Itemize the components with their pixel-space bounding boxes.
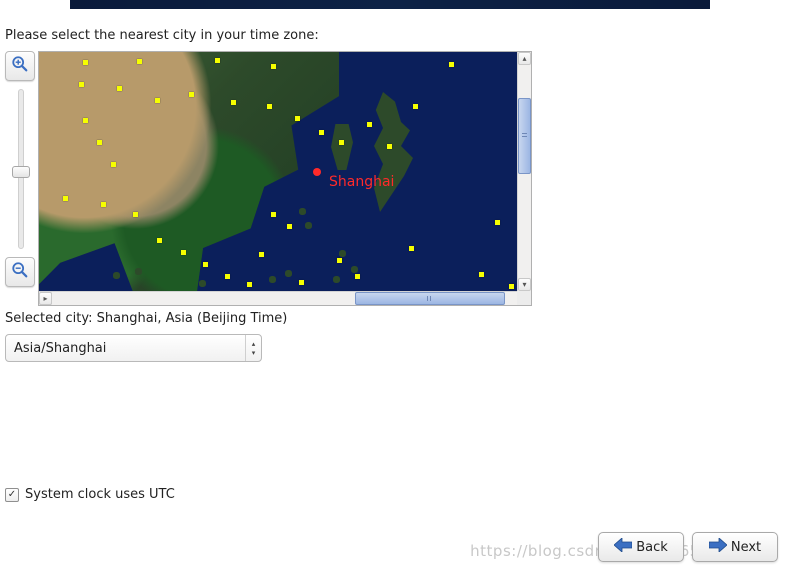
city-dot[interactable] <box>101 202 106 207</box>
island <box>339 250 346 257</box>
city-dot[interactable] <box>155 98 160 103</box>
zoom-slider-thumb[interactable] <box>12 166 30 178</box>
next-button[interactable]: Next <box>692 532 778 562</box>
city-dot[interactable] <box>495 220 500 225</box>
zoom-out-button[interactable] <box>5 257 35 287</box>
timezone-combobox[interactable]: Asia/Shanghai ▴▾ <box>5 334 262 362</box>
selected-city-label: Shanghai <box>329 174 394 190</box>
city-dot[interactable] <box>339 140 344 145</box>
city-dot[interactable] <box>295 116 300 121</box>
next-button-label: Next <box>731 540 761 555</box>
island <box>333 276 340 283</box>
scroll-down-button[interactable]: ▾ <box>518 278 531 291</box>
landmass <box>39 52 339 291</box>
city-dot[interactable] <box>117 86 122 91</box>
city-dot[interactable] <box>287 224 292 229</box>
city-dot[interactable] <box>83 118 88 123</box>
arrow-right-icon <box>709 538 727 556</box>
city-dot[interactable] <box>111 162 116 167</box>
island <box>199 280 206 287</box>
zoom-out-icon <box>11 261 29 283</box>
island <box>285 270 292 277</box>
island <box>305 222 312 229</box>
city-dot[interactable] <box>319 130 324 135</box>
city-dot[interactable] <box>203 262 208 267</box>
island <box>269 276 276 283</box>
zoom-in-button[interactable] <box>5 51 35 81</box>
city-dot[interactable] <box>413 104 418 109</box>
island <box>135 268 142 275</box>
wizard-nav: Back Next <box>598 532 778 562</box>
city-dot[interactable] <box>355 274 360 279</box>
zoom-controls <box>5 51 37 287</box>
timezone-prompt: Please select the nearest city in your t… <box>5 28 319 43</box>
city-dot[interactable] <box>367 122 372 127</box>
city-dot[interactable] <box>83 60 88 65</box>
selected-city-text: Selected city: Shanghai, Asia (Beijing T… <box>5 311 287 326</box>
city-dot[interactable] <box>299 280 304 285</box>
city-dot[interactable] <box>247 282 252 287</box>
city-dot[interactable] <box>215 58 220 63</box>
scroll-right-button[interactable]: ▸ <box>39 292 52 305</box>
landmass <box>359 92 419 212</box>
map-vertical-scrollbar[interactable]: ▴ ▾ <box>517 52 531 291</box>
scrollbar-corner <box>517 291 531 305</box>
city-dot[interactable] <box>189 92 194 97</box>
city-dot[interactable] <box>259 252 264 257</box>
island <box>299 208 306 215</box>
map-viewport[interactable]: Shanghai <box>39 52 517 291</box>
back-button[interactable]: Back <box>598 532 684 562</box>
city-dot[interactable] <box>137 59 142 64</box>
city-dot[interactable] <box>479 272 484 277</box>
city-dot[interactable] <box>271 64 276 69</box>
city-dot[interactable] <box>79 82 84 87</box>
header-banner <box>70 0 710 9</box>
city-dot[interactable] <box>225 274 230 279</box>
city-dot[interactable] <box>509 284 514 289</box>
island <box>351 266 358 273</box>
utc-checkbox[interactable]: ✓ <box>5 488 19 502</box>
utc-checkbox-row: ✓ System clock uses UTC <box>5 487 175 502</box>
city-dot[interactable] <box>157 238 162 243</box>
city-dot[interactable] <box>181 250 186 255</box>
city-dot[interactable] <box>267 104 272 109</box>
city-dot[interactable] <box>97 140 102 145</box>
city-dot[interactable] <box>337 258 342 263</box>
back-button-label: Back <box>636 540 668 555</box>
island <box>113 272 120 279</box>
zoom-in-icon <box>11 55 29 77</box>
selected-city-marker[interactable] <box>313 168 321 176</box>
city-dot[interactable] <box>63 196 68 201</box>
combobox-spinner-icon: ▴▾ <box>245 335 261 361</box>
city-dot[interactable] <box>449 62 454 67</box>
vscroll-thumb[interactable] <box>518 98 531 174</box>
timezone-map[interactable]: Shanghai ▴ ▾ ◂ ▸ <box>38 51 532 306</box>
city-dot[interactable] <box>271 212 276 217</box>
arrow-left-icon <box>614 538 632 556</box>
city-dot[interactable] <box>133 212 138 217</box>
city-dot[interactable] <box>387 144 392 149</box>
city-dot[interactable] <box>231 100 236 105</box>
landmass <box>331 124 353 170</box>
zoom-slider[interactable] <box>18 89 24 249</box>
city-dot[interactable] <box>409 246 414 251</box>
timezone-combobox-value: Asia/Shanghai <box>6 341 245 356</box>
utc-checkbox-label: System clock uses UTC <box>25 487 175 502</box>
scroll-up-button[interactable]: ▴ <box>518 52 531 65</box>
hscroll-thumb[interactable] <box>355 292 505 305</box>
map-horizontal-scrollbar[interactable]: ◂ ▸ <box>39 291 517 305</box>
